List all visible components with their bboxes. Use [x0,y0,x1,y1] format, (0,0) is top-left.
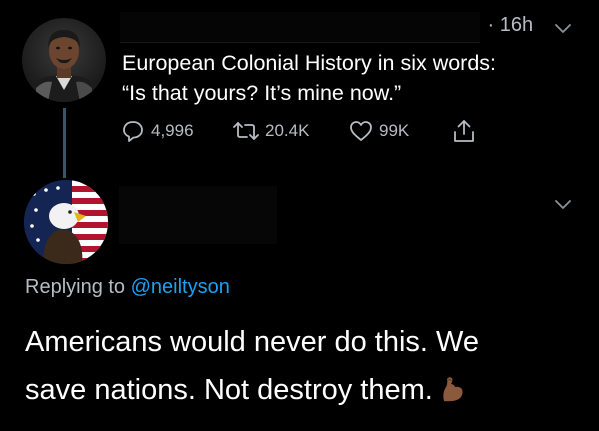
replying-to-prefix: Replying to [25,276,126,298]
like-count: 99K [379,121,410,140]
tweet-timestamp[interactable]: · 16h [482,14,534,37]
chevron-down-icon[interactable] [555,197,571,215]
tweet-body: European Colonial History in six words: … [122,48,582,108]
share-button[interactable] [453,118,475,144]
replier-avatar[interactable] [24,180,108,264]
like-button[interactable]: 99K [349,120,453,142]
author-name-redaction [120,12,480,43]
reply-body-line-2: save nations. Not destroy them. [25,374,433,406]
chevron-down-icon[interactable] [555,21,571,39]
reply-icon [121,119,145,143]
share-icon [453,118,475,144]
tweet-thread: · 16h European Colonial History in six w… [0,0,599,431]
retweet-count: 20.4K [265,121,310,140]
retweet-icon [233,120,259,142]
thread-connector-line [63,108,66,178]
tweet-body-line-2: “Is that yours? It’s mine now.” [122,81,402,105]
reply-body-line-1: Americans would never do this. We [25,326,480,358]
timestamp-dots: · [482,14,500,36]
author-avatar[interactable] [22,18,106,102]
eagle-flag-avatar-image [24,180,108,264]
replying-to-line: Replying to @neiltyson [25,276,230,299]
timestamp-value: 16h [499,14,534,36]
reply-body-line-2-wrap: save nations. Not destroy them. [25,366,585,418]
replying-to-mention[interactable]: @neiltyson [131,276,230,298]
tweet-actions-bar: 4,996 20.4K 99K [121,117,475,145]
author-avatar-image [22,18,106,102]
reply-count: 4,996 [151,121,194,140]
heart-icon [349,120,373,142]
tweet-body-line-1: European Colonial History in six words: [122,51,497,75]
reply-body: Americans would never do this. We save n… [25,318,585,418]
retweet-button[interactable]: 20.4K [233,120,349,142]
replier-name-redaction [119,186,277,244]
flexed-biceps-emoji [439,370,465,418]
reply-button[interactable]: 4,996 [121,119,233,143]
